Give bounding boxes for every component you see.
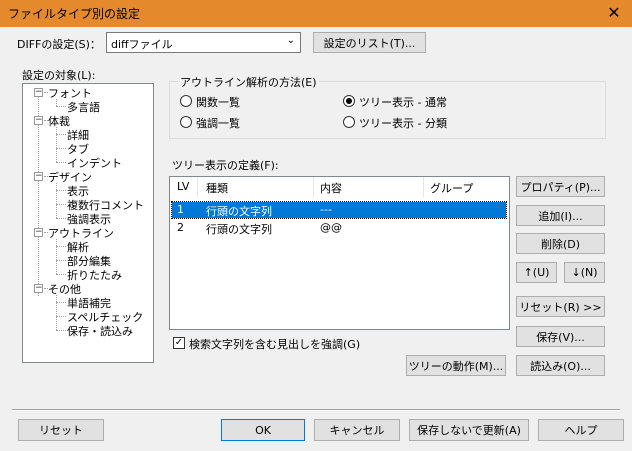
tree-guide [56, 246, 66, 247]
tree-guide [56, 134, 66, 135]
radio-function-list-label: 関数一覧 [196, 96, 240, 109]
column-header-lv[interactable]: LV [177, 180, 189, 193]
tree-definition-list[interactable]: LV 種類 内容 グループ 1 行頭の文字列 --- 2 行頭の文字列 @@ [169, 176, 510, 330]
tree-item-save-load[interactable]: 保存・読込み [67, 323, 133, 339]
tree-guide [56, 190, 66, 191]
cell-content: --- [320, 203, 332, 216]
chevron-down-icon: ⌄ [286, 35, 295, 46]
tree-guide [56, 106, 66, 107]
ok-button[interactable]: OK [221, 419, 305, 441]
tree-guide [56, 162, 66, 163]
settings-tree[interactable]: − フォント 多言語 − 体裁 詳細 タブ インデント − デザイン 表示 複数… [22, 83, 154, 363]
cell-kind: 行頭の文字列 [206, 205, 272, 218]
diff-settings-label: DIFFの設定(S)： [17, 38, 101, 51]
cell-kind: 行頭の文字列 [206, 223, 272, 236]
settings-list-button[interactable]: 設定のリスト(T)... [313, 32, 426, 53]
radio-tree-normal[interactable] [343, 95, 355, 107]
collapse-icon[interactable]: − [34, 88, 43, 97]
tree-guide [56, 127, 57, 162]
table-row[interactable]: 2 行頭の文字列 @@ [172, 220, 506, 236]
tree-guide [56, 239, 57, 274]
collapse-icon[interactable]: − [34, 284, 43, 293]
move-down-button[interactable]: ↓(N) [564, 262, 605, 283]
reset-menu-button[interactable]: リセット(R) >> [516, 296, 605, 317]
help-button[interactable]: ヘルプ [538, 419, 624, 441]
combo-value: diffファイル [111, 38, 173, 51]
column-divider [423, 177, 424, 197]
tree-guide [56, 295, 57, 330]
diff-settings-combo[interactable]: diffファイル ⌄ [106, 32, 301, 53]
tree-guide [56, 148, 66, 149]
cell-lv: 2 [177, 221, 184, 234]
outline-method-title: アウトライン解析の方法(E) [178, 74, 319, 90]
close-icon[interactable]: ✕ [604, 3, 624, 23]
column-header-content[interactable]: 内容 [320, 180, 342, 196]
tree-definition-label: ツリー表示の定義(F): [172, 159, 279, 172]
footer-separator [12, 409, 620, 411]
collapse-icon[interactable]: − [34, 228, 43, 237]
add-button[interactable]: 追加(I)... [516, 205, 605, 226]
radio-tree-category-label: ツリー表示 - 分類 [359, 117, 447, 130]
radio-highlight-list[interactable] [180, 116, 192, 128]
tree-guide [56, 302, 66, 303]
radio-tree-normal-label: ツリー表示 - 通常 [359, 96, 447, 109]
tree-guide [56, 330, 66, 331]
tree-guide [56, 218, 66, 219]
radio-highlight-list-label: 強調一覧 [196, 117, 240, 130]
update-without-save-button[interactable]: 保存しないで更新(A) [409, 419, 529, 441]
move-up-button[interactable]: ↑(U) [516, 262, 557, 283]
radio-function-list[interactable] [180, 95, 192, 107]
tree-action-button[interactable]: ツリーの動作(M)... [406, 355, 506, 376]
tree-item-multilang[interactable]: 多言語 [67, 99, 100, 115]
collapse-icon[interactable]: − [34, 116, 43, 125]
cell-content: @@ [320, 221, 342, 234]
table-row[interactable]: 1 行頭の文字列 --- [171, 201, 507, 219]
column-header-kind[interactable]: 種類 [206, 180, 228, 196]
tree-guide [56, 316, 66, 317]
tree-guide [56, 260, 66, 261]
tree-guide [56, 204, 66, 205]
cancel-button[interactable]: キャンセル [314, 419, 400, 441]
reset-button[interactable]: リセット [18, 419, 104, 441]
highlight-headings-checkbox[interactable]: ✓ [173, 337, 185, 349]
target-label: 設定の対象(L): [22, 69, 96, 82]
window-title: ファイルタイプ別の設定 [8, 7, 141, 21]
load-button[interactable]: 読込み(O)... [516, 355, 605, 376]
cell-lv: 1 [177, 203, 184, 216]
highlight-headings-label: 検索文字列を含む見出しを強調(G) [189, 338, 361, 351]
column-header-group[interactable]: グループ [430, 180, 473, 196]
tree-guide [56, 274, 66, 275]
save-button[interactable]: 保存(V)... [516, 326, 605, 347]
column-divider [313, 177, 314, 197]
collapse-icon[interactable]: − [34, 172, 43, 181]
title-bar: ファイルタイプ別の設定 ✕ [0, 0, 632, 27]
tree-guide [38, 96, 39, 296]
radio-tree-category[interactable] [343, 116, 355, 128]
tree-guide [56, 183, 57, 218]
delete-button[interactable]: 削除(D) [516, 233, 605, 254]
list-header: LV 種類 内容 グループ [170, 177, 509, 197]
properties-button[interactable]: プロパティ(P)... [516, 176, 605, 197]
column-divider [197, 177, 198, 197]
